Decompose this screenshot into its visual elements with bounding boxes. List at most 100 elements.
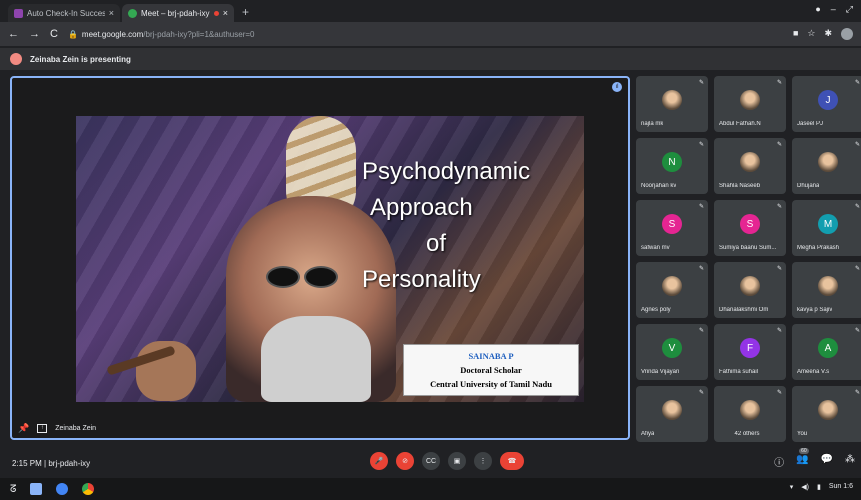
tab-auto-check-in[interactable]: Auto Check-In Success × [8, 4, 120, 22]
muted-mic-icon: ✎ [776, 80, 782, 86]
participant-tile[interactable]: ✎ V Vrinda Vijayan [636, 324, 708, 380]
restore-icon[interactable]: ⤢ [846, 4, 853, 15]
participant-tile[interactable]: ✎ kavya p Sajiv [792, 262, 861, 318]
participant-avatar [818, 276, 838, 296]
participant-avatar: J [818, 90, 838, 110]
captions-button[interactable]: CC [422, 452, 440, 470]
battery-icon: ▮ [817, 484, 821, 491]
back-button[interactable]: ← [8, 28, 19, 40]
forward-button[interactable]: → [29, 28, 40, 40]
address-bar: ← → C 🔒 meet.google.com/brj-pdah-ixy?pli… [0, 22, 861, 46]
people-button[interactable]: 60 👥 [796, 448, 809, 469]
muted-mic-icon: ✎ [698, 204, 704, 210]
profile-avatar[interactable] [841, 28, 853, 40]
present-screen-icon[interactable]: ↑ [37, 424, 48, 433]
muted-mic-icon: ✎ [854, 390, 860, 396]
muted-mic-icon: ✎ [776, 266, 782, 272]
participant-tile[interactable]: ✎ N Noorjahan kv [636, 138, 708, 194]
participant-avatar [662, 90, 682, 110]
participant-tile[interactable]: ✎ Agnes poly [636, 262, 708, 318]
presenting-banner: Zeinaba Zein is presenting [0, 48, 861, 70]
muted-mic-icon: ✎ [776, 204, 782, 210]
participant-tile[interactable]: ✎ Dhujana [792, 138, 861, 194]
participant-tile[interactable]: ✎ Abdul Fathah.N [714, 76, 786, 132]
close-tab-icon[interactable]: × [109, 8, 114, 18]
reload-button[interactable]: C [50, 28, 58, 40]
chrome-icon[interactable] [82, 483, 95, 495]
hangup-icon: ☎ [507, 458, 517, 465]
url-field[interactable]: meet.google.com/brj-pdah-ixy?pli=1&authu… [82, 30, 255, 39]
minimize-icon[interactable]: – [831, 4, 836, 15]
muted-mic-icon: ✎ [698, 266, 704, 272]
window-controls: ● – ⤢ [815, 4, 853, 15]
participant-tile[interactable]: ✎ M Megha Prakash [792, 200, 861, 256]
pin-icon[interactable]: 📌 [18, 423, 29, 434]
participant-tile[interactable]: ✎ Dhanalakshmi Om [714, 262, 786, 318]
participant-avatar [740, 152, 760, 172]
participant-tile[interactable]: ✎ 42 others [714, 386, 786, 442]
slide-author-org: Central University of Tamil Nadu [430, 379, 552, 389]
new-tab-button[interactable]: + [242, 5, 249, 19]
meeting-details-icon[interactable]: ⓘ [774, 454, 784, 469]
camera-off-button[interactable]: ⊘ [396, 452, 414, 470]
participant-tile[interactable]: ✎ F Fathima suhail [714, 324, 786, 380]
launcher-icon[interactable]: ᘔ [10, 484, 16, 495]
more-options-button[interactable]: ⋮ [474, 452, 492, 470]
people-count: 60 [799, 448, 809, 454]
meeting-time: 2:15 PM [12, 458, 42, 468]
slide-author-name: SAINABA P [468, 351, 514, 361]
participant-name: Vrinda Vijayan [641, 369, 680, 375]
participant-tile[interactable]: ✎ S Sumiya baanu Sum... [714, 200, 786, 256]
participant-name: Jaseel PJ [797, 121, 824, 127]
close-tab-icon[interactable]: × [223, 8, 228, 18]
camera-indicator-icon[interactable]: ■ [793, 28, 798, 40]
meeting-code: brj-pdah-ixy [48, 458, 91, 468]
participant-name: Dhujana [797, 183, 820, 189]
url-path: /brj-pdah-ixy?pli=1&authuser=0 [143, 29, 255, 39]
participant-tile[interactable]: ✎ You [792, 386, 861, 442]
system-tray[interactable]: ▾ ◀) ▮ Sun 1:6 [790, 483, 853, 491]
participant-avatar: M [818, 214, 838, 234]
participant-tile[interactable]: ✎ najla mk [636, 76, 708, 132]
participant-avatar: S [740, 214, 760, 234]
leave-call-button[interactable]: ☎ [500, 452, 524, 470]
extensions-icon[interactable]: ✱ [824, 28, 832, 40]
meet-favicon [128, 8, 137, 18]
participant-tile[interactable]: ✎ Shahla Naseeb [714, 138, 786, 194]
participant-tile[interactable]: ✎ Ssafwan mv [636, 200, 708, 256]
participant-name: Ameena V.s [797, 369, 830, 375]
participant-name: kavya p Sajiv [797, 307, 833, 313]
muted-mic-icon: ✎ [776, 142, 782, 148]
present-now-button[interactable]: ▣ [448, 452, 466, 470]
participant-avatar: N [662, 152, 682, 172]
slide-title: Psychodynamic Approach of Personality [362, 154, 530, 298]
mic-off-icon: 🎤 [374, 458, 384, 465]
slide-author-role: Doctoral Scholar [460, 365, 522, 375]
tab-meet[interactable]: Meet – brj-pdah-ixy × [122, 4, 234, 22]
stage-presenter-name: Zeinaba Zein [55, 425, 97, 432]
profile-dot-icon[interactable]: ● [815, 4, 820, 15]
tab-label: Auto Check-In Success [27, 8, 105, 18]
browser-tab-strip: Auto Check-In Success × Meet – brj-pdah-… [0, 0, 861, 22]
camera-app-icon[interactable] [56, 483, 69, 495]
participant-name: Shahla Naseeb [719, 183, 761, 189]
muted-mic-icon: ✎ [854, 204, 860, 210]
participant-tile[interactable]: ✎ A Ameena V.s [792, 324, 861, 380]
slide-title-line: Personality [362, 266, 481, 293]
participant-name: Abdul Fathah.N [719, 121, 761, 127]
bookmark-star-icon[interactable]: ☆ [807, 28, 815, 40]
muted-mic-icon: ✎ [854, 328, 860, 334]
portrait-beard [261, 316, 371, 402]
participant-tile[interactable]: ✎ J Jaseel PJ [792, 76, 861, 132]
participant-tile[interactable]: ✎ Afiya [636, 386, 708, 442]
presentation-stage[interactable]: ıl Psychodynamic Approach of Personality… [10, 76, 630, 440]
activities-icon[interactable]: ⁂ [845, 454, 855, 469]
lock-icon[interactable]: 🔒 [68, 30, 78, 39]
participant-name: Sumiya baanu Sum... [719, 245, 777, 251]
muted-mic-icon: ✎ [698, 80, 704, 86]
mic-off-button[interactable]: 🎤 [370, 452, 388, 470]
slide-title-line: Psychodynamic [362, 158, 531, 185]
chat-icon[interactable]: 💬 [821, 454, 833, 469]
files-icon[interactable] [30, 483, 43, 495]
participant-name: Dhanalakshmi Om [719, 307, 769, 313]
